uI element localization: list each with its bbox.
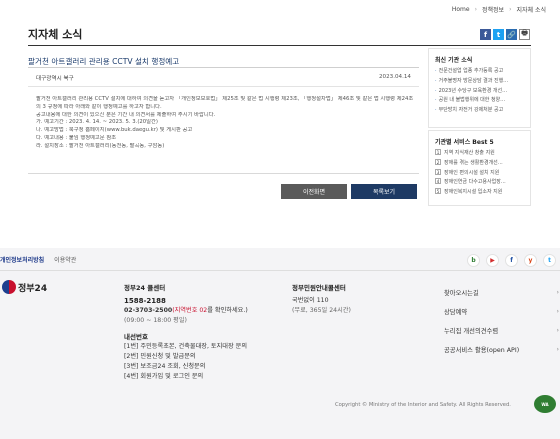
helpdesk-info: 정부민원안내콜센터 국번없이 110 (무료, 365일 24시간) bbox=[292, 283, 422, 316]
article-line: 가. 예고기간 : 2023. 4. 14. ~ 2023. 5. 3.(20일… bbox=[36, 119, 158, 126]
facebook-share-icon[interactable]: f bbox=[480, 29, 491, 40]
breadcrumb-section[interactable]: 정책정보 bbox=[482, 5, 504, 14]
latest-news-item[interactable]: · 전문건설업 업종 추가등록 공고 bbox=[435, 67, 524, 77]
privacy-policy-link[interactable]: 개인정보처리방침 bbox=[0, 255, 44, 264]
callcenter-phone: 1588-2188 bbox=[124, 297, 166, 305]
best-service-item[interactable]: 5 장애인복지시설 입소자 지원 bbox=[435, 188, 524, 198]
article-divider bbox=[28, 173, 419, 174]
helpdesk-phone: 국번없이 110 bbox=[292, 297, 329, 304]
bullet-icon: · bbox=[435, 97, 437, 104]
social-links: b ▶ f y t bbox=[467, 254, 556, 267]
extension-item: [3번] 보조금24 조회, 신청문의 bbox=[124, 363, 206, 370]
article-title: 팔거천 아트갤러리 관리용 CCTV 설치 행정예고 bbox=[28, 57, 180, 66]
article-line: 의 3 규정에 따라 아래와 같이 행정예고를 하고자 합니다. bbox=[36, 103, 162, 110]
instagram-icon[interactable]: y bbox=[524, 254, 537, 267]
chevron-right-icon: › bbox=[556, 327, 559, 334]
taegeuk-icon bbox=[2, 280, 16, 294]
twitter-icon[interactable]: t bbox=[543, 254, 556, 267]
best-service-item[interactable]: 4 장애인연금 다수고용사업장… bbox=[435, 178, 524, 188]
bullet-icon: · bbox=[435, 107, 437, 114]
twitter-share-icon[interactable]: t bbox=[493, 29, 504, 40]
terms-link[interactable]: 이용약관 bbox=[54, 255, 76, 264]
best-service-panel: 기관별 서비스 Best 5 1 지역 지식재산 창출 지원 2 장애를 겪는 생활… bbox=[428, 130, 531, 206]
copyright: Copyright © Ministry of the Interior and… bbox=[335, 402, 511, 408]
article-date: 2023.04.14 bbox=[378, 74, 411, 80]
callcenter-alt-phone: 02-3703-2500(지역번호 02를 확인하세요.) bbox=[124, 307, 248, 314]
footer-links: 개인정보처리방침 이용약관 bbox=[0, 255, 76, 264]
breadcrumb-current: 지자체 소식 bbox=[516, 7, 546, 14]
helpdesk-title: 정부민원안내콜센터 bbox=[292, 284, 346, 292]
best-service-item[interactable]: 1 지역 지식재산 창출 지원 bbox=[435, 149, 524, 159]
callcenter-hours: (09:00 ~ 18:00 평일) bbox=[124, 317, 187, 324]
chevron-right-icon: › bbox=[556, 289, 559, 296]
gov24-logo: 정부24 bbox=[2, 280, 47, 294]
prev-page-button[interactable]: 이전화면 bbox=[281, 184, 347, 199]
chevron-right-icon: › bbox=[474, 6, 477, 13]
best-service-item[interactable]: 3 장애인 편의시설 설치 지원 bbox=[435, 168, 524, 179]
youtube-icon[interactable]: ▶ bbox=[486, 254, 499, 267]
article-line: 라. 설치장소 : 팔거천 아트갤러리(동천동, 팔곡동, 구암동) bbox=[36, 142, 165, 149]
quick-link-feedback[interactable]: 누리집 개선의견수렴 › bbox=[444, 321, 559, 340]
bullet-icon: · bbox=[435, 77, 437, 84]
quick-link-openapi[interactable]: 공공서비스 활용(open API) › bbox=[444, 340, 559, 359]
latest-news-item[interactable]: · 거주불명자 방문상담 결과 진행… bbox=[435, 77, 524, 87]
article-line: 나. 예고방법 : 북구청 홈페이지(www.buk.daegu.kr) 및 게… bbox=[36, 127, 193, 134]
latest-news-panel: 최신 기관 소식 · 전문건설업 업종 추가등록 공고 · 거주불명자 방문상담 결… bbox=[428, 48, 531, 128]
footer-divider bbox=[0, 270, 560, 271]
best-service-heading: 기관별 서비스 Best 5 bbox=[435, 139, 494, 146]
link-copy-icon[interactable]: 🔗 bbox=[506, 29, 517, 40]
breadcrumb-home[interactable]: Home bbox=[452, 6, 470, 13]
latest-news-item[interactable]: · 무단방치 자전거 강제처분 공고 bbox=[435, 106, 524, 116]
quick-link-location[interactable]: 찾아오시는길 › bbox=[444, 283, 559, 302]
list-button[interactable]: 목록보기 bbox=[351, 184, 417, 199]
gov24-brand: 정부24 bbox=[18, 283, 48, 294]
extension-item: [2번] 민원신청 및 발급문의 bbox=[124, 353, 196, 360]
web-accessibility-badge-icon: WA bbox=[534, 395, 556, 413]
blog-icon[interactable]: b bbox=[467, 254, 480, 267]
article-org: 대구광역시 북구 bbox=[36, 76, 74, 82]
latest-news-item[interactable]: · 공원 내 불법행위에 대한 청양… bbox=[435, 96, 524, 106]
article-meta: 대구광역시 북구 2023.04.14 bbox=[28, 67, 419, 87]
article-line: 다. 예고내용 : 붙임 행정예고문 참조 bbox=[36, 134, 117, 141]
extension-item: [1번] 주민등록초본, 건축물대장, 토지대장 문의 bbox=[124, 343, 248, 350]
latest-news-heading: 최신 기관 소식 bbox=[435, 57, 473, 64]
callcenter-title: 정부24 콜센터 bbox=[124, 284, 166, 292]
quick-links: 찾아오시는길 › 상담예약 › 누리집 개선의견수렴 › 공공서비스 활용(open … bbox=[444, 283, 559, 359]
article-line: 공고내용에 대한 의견이 있으신 분은 기간 내 의견서를 제출하여 주시기 바… bbox=[36, 111, 216, 118]
extension-item: [4번] 회원가입 및 로그인 문의 bbox=[124, 373, 204, 380]
bullet-icon: · bbox=[435, 68, 437, 74]
chevron-right-icon: › bbox=[556, 308, 559, 315]
latest-news-item[interactable]: · 2023년 수당구 보육환경 개선… bbox=[435, 87, 524, 97]
breadcrumb: Home › 정책정보 › 지자체 소식 bbox=[452, 5, 546, 14]
share-toolbar: f t 🔗 🖶 bbox=[480, 29, 530, 40]
bullet-icon: · bbox=[435, 87, 437, 94]
callcenter-info: 정부24 콜센터 1588-2188 02-3703-2500(지역번호 02를… bbox=[124, 283, 304, 382]
extension-title: 내선번호 bbox=[124, 333, 148, 341]
helpdesk-hours: (무료, 365일 24시간) bbox=[292, 307, 351, 314]
best-service-item[interactable]: 2 장애를 겪는 생활환경개선… bbox=[435, 158, 524, 169]
print-icon[interactable]: 🖶 bbox=[519, 29, 530, 40]
chevron-right-icon: › bbox=[556, 346, 559, 353]
title-divider bbox=[28, 45, 531, 46]
chevron-right-icon: › bbox=[509, 6, 512, 13]
page-title: 지자체 소식 bbox=[28, 28, 83, 41]
facebook-icon[interactable]: f bbox=[505, 254, 518, 267]
quick-link-consult[interactable]: 상담예약 › bbox=[444, 302, 559, 321]
article-line: 팔거천 아트갤러리 관리용 CCTV 설치에 대하여 의견을 듣고자 「개인정보… bbox=[36, 96, 414, 102]
article-body: 팔거천 아트갤러리 관리용 CCTV 설치에 대하여 의견을 듣고자 「개인정보… bbox=[36, 96, 416, 151]
